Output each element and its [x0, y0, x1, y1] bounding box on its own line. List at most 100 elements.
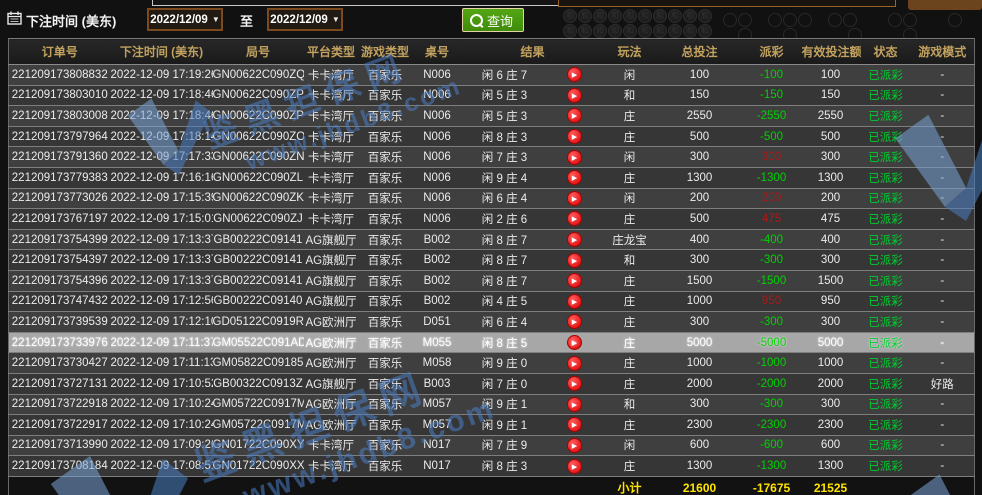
play-type-cell: 闲 — [603, 188, 657, 209]
play-video-icon[interactable]: ▶ — [567, 170, 582, 185]
total-bet-cell: 500 — [657, 126, 743, 147]
play-type-cell: 庄 — [603, 270, 657, 291]
game-type-cell: 百家乐 — [359, 147, 412, 168]
table-row[interactable]: 2212091737304272022-12-09 17:11:13GM0582… — [9, 353, 975, 374]
table-row[interactable]: 2212091738030082022-12-09 17:18:46GN0062… — [9, 106, 975, 127]
play-icon-cell: ▶ — [547, 65, 603, 86]
game-type-cell: 百家乐 — [359, 65, 412, 86]
subtotal-total-bet: 21600 — [657, 476, 743, 495]
play-video-icon[interactable]: ▶ — [567, 356, 582, 371]
status-cell: 已派彩 — [861, 312, 911, 333]
valid-bet-cell: 1300 — [801, 167, 861, 188]
bet-time-cell: 2022-12-09 17:10:24 — [111, 394, 213, 415]
round-cell: GN00622C090ZP — [213, 85, 304, 106]
table-row[interactable]: 2212091737081842022-12-09 17:08:51GN0172… — [9, 456, 975, 477]
order-cell: 221209173739539 — [9, 312, 111, 333]
table-row[interactable]: 2212091737913602022-12-09 17:17:33GN0062… — [9, 147, 975, 168]
table-row[interactable]: 2212091737793832022-12-09 17:16:16GN0062… — [9, 167, 975, 188]
mode-cell: - — [911, 209, 975, 230]
valid-bet-cell: 2550 — [801, 106, 861, 127]
table-row[interactable]: 2212091737543992022-12-09 17:13:37GB0022… — [9, 229, 975, 250]
result-cell: 闲 9 庄 0 — [463, 353, 547, 374]
mode-cell: - — [911, 147, 975, 168]
play-video-icon[interactable]: ▶ — [567, 314, 582, 329]
order-cell: 221209173808832 — [9, 65, 111, 86]
game-type-cell: 百家乐 — [359, 435, 412, 456]
date-to-select[interactable]: 2022/12/09 ▼ — [267, 8, 343, 31]
table-no-cell: B002 — [412, 291, 463, 312]
play-type-cell: 闲 — [603, 435, 657, 456]
round-cell: GB00222C09141 — [213, 229, 304, 250]
play-video-icon[interactable]: ▶ — [567, 253, 582, 268]
total-bet-cell: 500 — [657, 209, 743, 230]
game-type-cell: 百家乐 — [359, 312, 412, 333]
search-button[interactable]: 查询 — [462, 8, 524, 32]
play-video-icon[interactable]: ▶ — [567, 417, 582, 432]
bet-time-cell: 2022-12-09 17:13:37 — [111, 229, 213, 250]
result-cell: 闲 8 庄 7 — [463, 229, 547, 250]
date-from-value: 2022/12/09 — [150, 14, 208, 26]
bet-time-cell: 2022-12-09 17:15:39 — [111, 188, 213, 209]
table-row[interactable]: 2212091737543972022-12-09 17:13:37GB0022… — [9, 250, 975, 271]
table-row[interactable]: 2212091737229182022-12-09 17:10:24GM0572… — [9, 394, 975, 415]
date-to-value: 2022/12/09 — [270, 14, 328, 26]
play-icon-cell: ▶ — [547, 167, 603, 188]
play-icon-cell: ▶ — [547, 250, 603, 271]
play-video-icon[interactable]: ▶ — [567, 211, 582, 226]
round-cell: GB00222C09141 — [213, 250, 304, 271]
play-video-icon[interactable]: ▶ — [567, 438, 582, 453]
play-video-icon[interactable]: ▶ — [567, 459, 582, 474]
date-from-select[interactable]: 2022/12/09 ▼ — [147, 8, 223, 31]
play-icon-cell: ▶ — [547, 373, 603, 394]
total-bet-cell: 600 — [657, 435, 743, 456]
col-header-round: 局号 — [213, 39, 304, 65]
search-button-label: 查询 — [487, 11, 513, 30]
play-video-icon[interactable]: ▶ — [567, 376, 582, 391]
valid-bet-cell: 100 — [801, 65, 861, 86]
total-bet-cell: 1300 — [657, 456, 743, 477]
table-row[interactable]: 2212091737543962022-12-09 17:13:37GB0022… — [9, 270, 975, 291]
valid-bet-cell: 1000 — [801, 353, 861, 374]
play-video-icon[interactable]: ▶ — [567, 294, 582, 309]
play-video-icon[interactable]: ▶ — [567, 191, 582, 206]
table-row[interactable]: 2212091737271312022-12-09 17:10:52GB0032… — [9, 373, 975, 394]
play-video-icon[interactable]: ▶ — [567, 397, 582, 412]
play-video-icon[interactable]: ▶ — [567, 150, 582, 165]
table-row[interactable]: 2212091738088322022-12-09 17:19:26GN0062… — [9, 65, 975, 86]
result-cell: 闲 8 庄 5 — [463, 332, 547, 353]
table-row[interactable]: 2212091737979642022-12-09 17:18:14GN0062… — [9, 126, 975, 147]
game-type-cell: 百家乐 — [359, 209, 412, 230]
game-type-cell: 百家乐 — [359, 415, 412, 436]
round-cell: GN00622C090ZQ — [213, 65, 304, 86]
play-video-icon[interactable]: ▶ — [567, 67, 582, 82]
payout-cell: 300 — [743, 147, 801, 168]
table-row[interactable]: 2212091737474322022-12-09 17:12:56GB0022… — [9, 291, 975, 312]
play-video-icon[interactable]: ▶ — [567, 108, 582, 123]
round-cell: GN00622C090ZO — [213, 126, 304, 147]
table-row[interactable]: 2212091737730262022-12-09 17:15:39GN0062… — [9, 188, 975, 209]
table-row[interactable]: 2212091737229172022-12-09 17:10:24GM0572… — [9, 415, 975, 436]
order-cell: 221209173730427 — [9, 353, 111, 374]
table-no-cell: N006 — [412, 126, 463, 147]
play-video-icon[interactable]: ▶ — [567, 335, 582, 350]
table-row[interactable]: 2212091738030102022-12-09 17:18:46GN0062… — [9, 85, 975, 106]
table-row[interactable]: 2212091737671972022-12-09 17:15:01GN0062… — [9, 209, 975, 230]
play-type-cell: 庄 — [603, 353, 657, 374]
play-video-icon[interactable]: ▶ — [567, 129, 582, 144]
play-video-icon[interactable]: ▶ — [567, 232, 582, 247]
payout-cell: -100 — [743, 65, 801, 86]
col-header-table-no: 桌号 — [412, 39, 463, 65]
table-row[interactable]: 2212091737339762022-12-09 17:11:37GM0552… — [9, 332, 975, 353]
valid-bet-cell: 600 — [801, 435, 861, 456]
table-no-cell: N006 — [412, 147, 463, 168]
play-type-cell: 庄 — [603, 167, 657, 188]
bet-time-cell: 2022-12-09 17:11:37 — [111, 332, 213, 353]
play-icon-cell: ▶ — [547, 435, 603, 456]
valid-bet-cell: 300 — [801, 312, 861, 333]
table-row[interactable]: 2212091737395392022-12-09 17:12:10GD0512… — [9, 312, 975, 333]
play-video-icon[interactable]: ▶ — [567, 273, 582, 288]
play-video-icon[interactable]: ▶ — [567, 88, 582, 103]
play-icon-cell: ▶ — [547, 106, 603, 127]
col-header-result: 结果 — [463, 39, 603, 65]
table-row[interactable]: 2212091737139902022-12-09 17:09:26GN0172… — [9, 435, 975, 456]
